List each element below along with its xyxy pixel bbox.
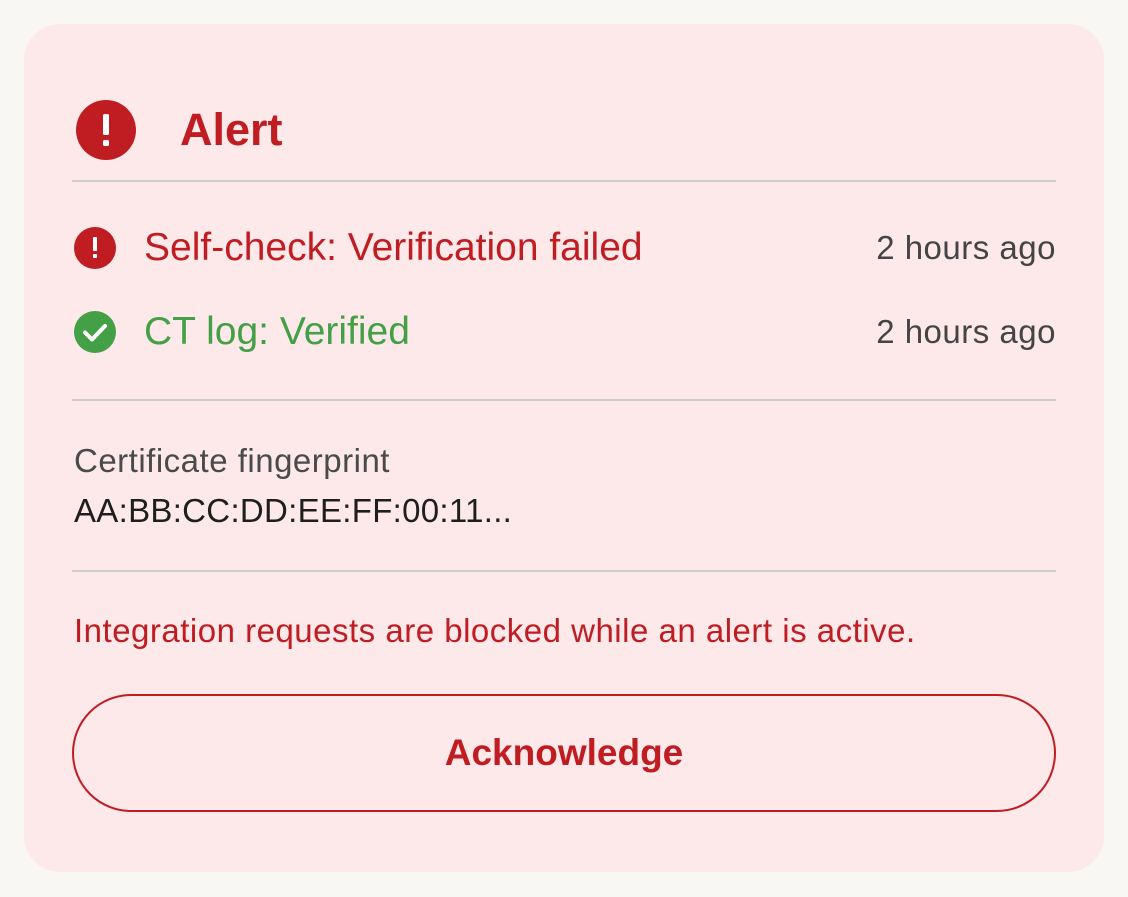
event-label: Self-check: Verification failed bbox=[144, 226, 643, 269]
alert-title: Alert bbox=[180, 104, 283, 155]
event-time: 2 hours ago bbox=[876, 229, 1056, 266]
acknowledge-button[interactable]: Acknowledge bbox=[72, 694, 1056, 812]
check-circle-icon bbox=[74, 311, 116, 353]
blocked-warning-text: Integration requests are blocked while a… bbox=[74, 612, 916, 649]
event-row-ct-log: CT log: Verified 2 hours ago bbox=[74, 302, 1056, 362]
divider bbox=[72, 399, 1056, 401]
alert-card: Alert Self-check: Verification failed 2 … bbox=[24, 24, 1104, 872]
event-time: 2 hours ago bbox=[876, 313, 1056, 350]
divider bbox=[72, 180, 1056, 182]
divider bbox=[72, 570, 1056, 572]
alert-header: Alert bbox=[76, 100, 283, 160]
alert-exclamation-icon bbox=[76, 100, 136, 160]
error-exclamation-icon bbox=[74, 227, 116, 269]
fingerprint-label: Certificate fingerprint bbox=[74, 442, 390, 479]
event-row-self-check: Self-check: Verification failed 2 hours … bbox=[74, 218, 1056, 278]
event-label: CT log: Verified bbox=[144, 310, 410, 353]
fingerprint-value: AA:BB:CC:DD:EE:FF:00:11... bbox=[74, 492, 513, 529]
